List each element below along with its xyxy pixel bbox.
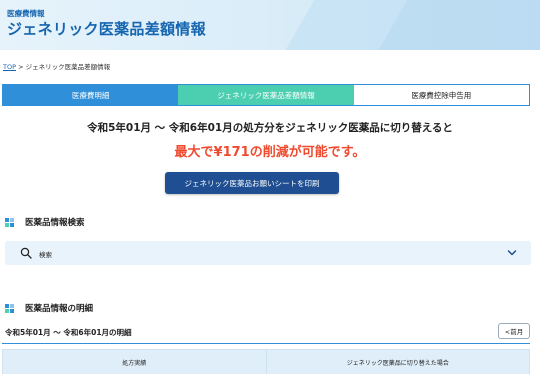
savings-amount-text: 最大で¥171の削減が可能です。	[174, 145, 366, 160]
header-banner: 医療費情報 ジェネリック医薬品差額情報	[0, 0, 540, 50]
column-header-prescription-record: 処方実績	[3, 350, 266, 374]
detail-section-heading: 医薬品情報の明細	[5, 302, 93, 314]
tab-bar: 医療費明細 ジェネリック医薬品差額情報 医療費控除申告用	[2, 84, 530, 106]
search-icon	[20, 247, 32, 259]
breadcrumb-current: ジェネリック医薬品差額情報	[25, 63, 111, 71]
search-accordion-label: 検索	[39, 251, 52, 259]
detail-section-title: 医薬品情報の明細	[25, 304, 94, 314]
tab-medical-expenses[interactable]: 医療費明細	[3, 85, 179, 105]
page-title: ジェネリック医薬品差額情報	[7, 20, 206, 38]
summary-period-text: 令和5年01月 ～ 令和6年01月の処方分をジェネリック医薬品に切り替えると	[87, 122, 453, 134]
breadcrumb-separator: >	[18, 63, 24, 71]
search-section-title: 医薬品情報検索	[25, 218, 85, 228]
detail-period-label: 令和5年01月 ～ 令和6年01月の明細	[5, 328, 132, 337]
search-section-heading: 医薬品情報検索	[5, 216, 85, 228]
chevron-down-icon	[507, 250, 517, 256]
section-divider	[2, 343, 530, 344]
previous-month-button[interactable]: <前月	[498, 323, 530, 339]
print-request-sheet-button[interactable]: ジェネリック医薬品お願いシートを印刷	[165, 172, 339, 194]
comparison-table-header: 処方実績 ジェネリック医薬品に切り替えた場合	[2, 349, 530, 374]
breadcrumb: TOP > ジェネリック医薬品差額情報	[3, 61, 110, 71]
column-header-generic-switch: ジェネリック医薬品に切り替えた場合	[265, 350, 529, 374]
grid-squares-icon	[5, 303, 14, 313]
tab-medical-deduction[interactable]: 医療費控除申告用	[353, 85, 529, 105]
tab-generic-price-difference[interactable]: ジェネリック医薬品差額情報	[178, 85, 354, 105]
grid-squares-icon	[5, 217, 14, 227]
search-accordion[interactable]: 検索	[5, 241, 531, 265]
breadcrumb-top-link[interactable]: TOP	[3, 63, 16, 71]
